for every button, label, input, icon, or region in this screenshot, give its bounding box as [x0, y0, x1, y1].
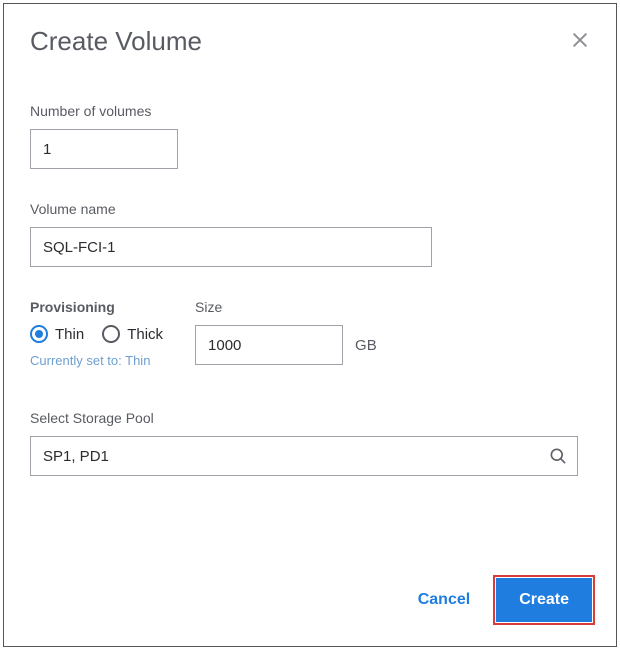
create-button[interactable]: Create [496, 578, 592, 622]
number-of-volumes-group: Number of volumes [30, 103, 590, 169]
provisioning-radio-row: Thin Thick [30, 325, 163, 343]
size-input[interactable] [195, 325, 343, 365]
size-label: Size [195, 299, 377, 315]
provisioning-size-row: Provisioning Thin Thick Currently set to… [30, 299, 590, 368]
provisioning-thin-radio[interactable]: Thin [30, 325, 84, 343]
dialog-title: Create Volume [30, 26, 202, 57]
volume-name-input[interactable] [30, 227, 432, 267]
number-of-volumes-label: Number of volumes [30, 103, 590, 119]
storage-pool-group: Select Storage Pool [30, 410, 590, 476]
dialog-footer: Cancel Create [4, 578, 616, 646]
dialog-body: Number of volumes Volume name Provisioni… [4, 57, 616, 578]
number-of-volumes-input[interactable] [30, 129, 178, 169]
dialog-header: Create Volume [4, 4, 616, 57]
search-icon[interactable] [548, 446, 568, 466]
storage-pool-label: Select Storage Pool [30, 410, 590, 426]
radio-unselected-icon [102, 325, 120, 343]
size-group: Size GB [195, 299, 377, 365]
provisioning-thin-label: Thin [55, 326, 84, 343]
create-volume-dialog: Create Volume Number of volumes Volume n… [3, 3, 617, 647]
provisioning-thick-radio[interactable]: Thick [102, 325, 163, 343]
storage-pool-input[interactable] [30, 436, 578, 476]
volume-name-label: Volume name [30, 201, 590, 217]
provisioning-group: Provisioning Thin Thick Currently set to… [30, 299, 163, 368]
provisioning-hint: Currently set to: Thin [30, 353, 163, 368]
provisioning-thick-label: Thick [127, 326, 163, 343]
radio-selected-icon [30, 325, 48, 343]
size-unit: GB [355, 337, 377, 354]
provisioning-label: Provisioning [30, 299, 163, 315]
cancel-button[interactable]: Cancel [414, 581, 474, 619]
close-icon[interactable] [570, 30, 590, 50]
volume-name-group: Volume name [30, 201, 590, 267]
